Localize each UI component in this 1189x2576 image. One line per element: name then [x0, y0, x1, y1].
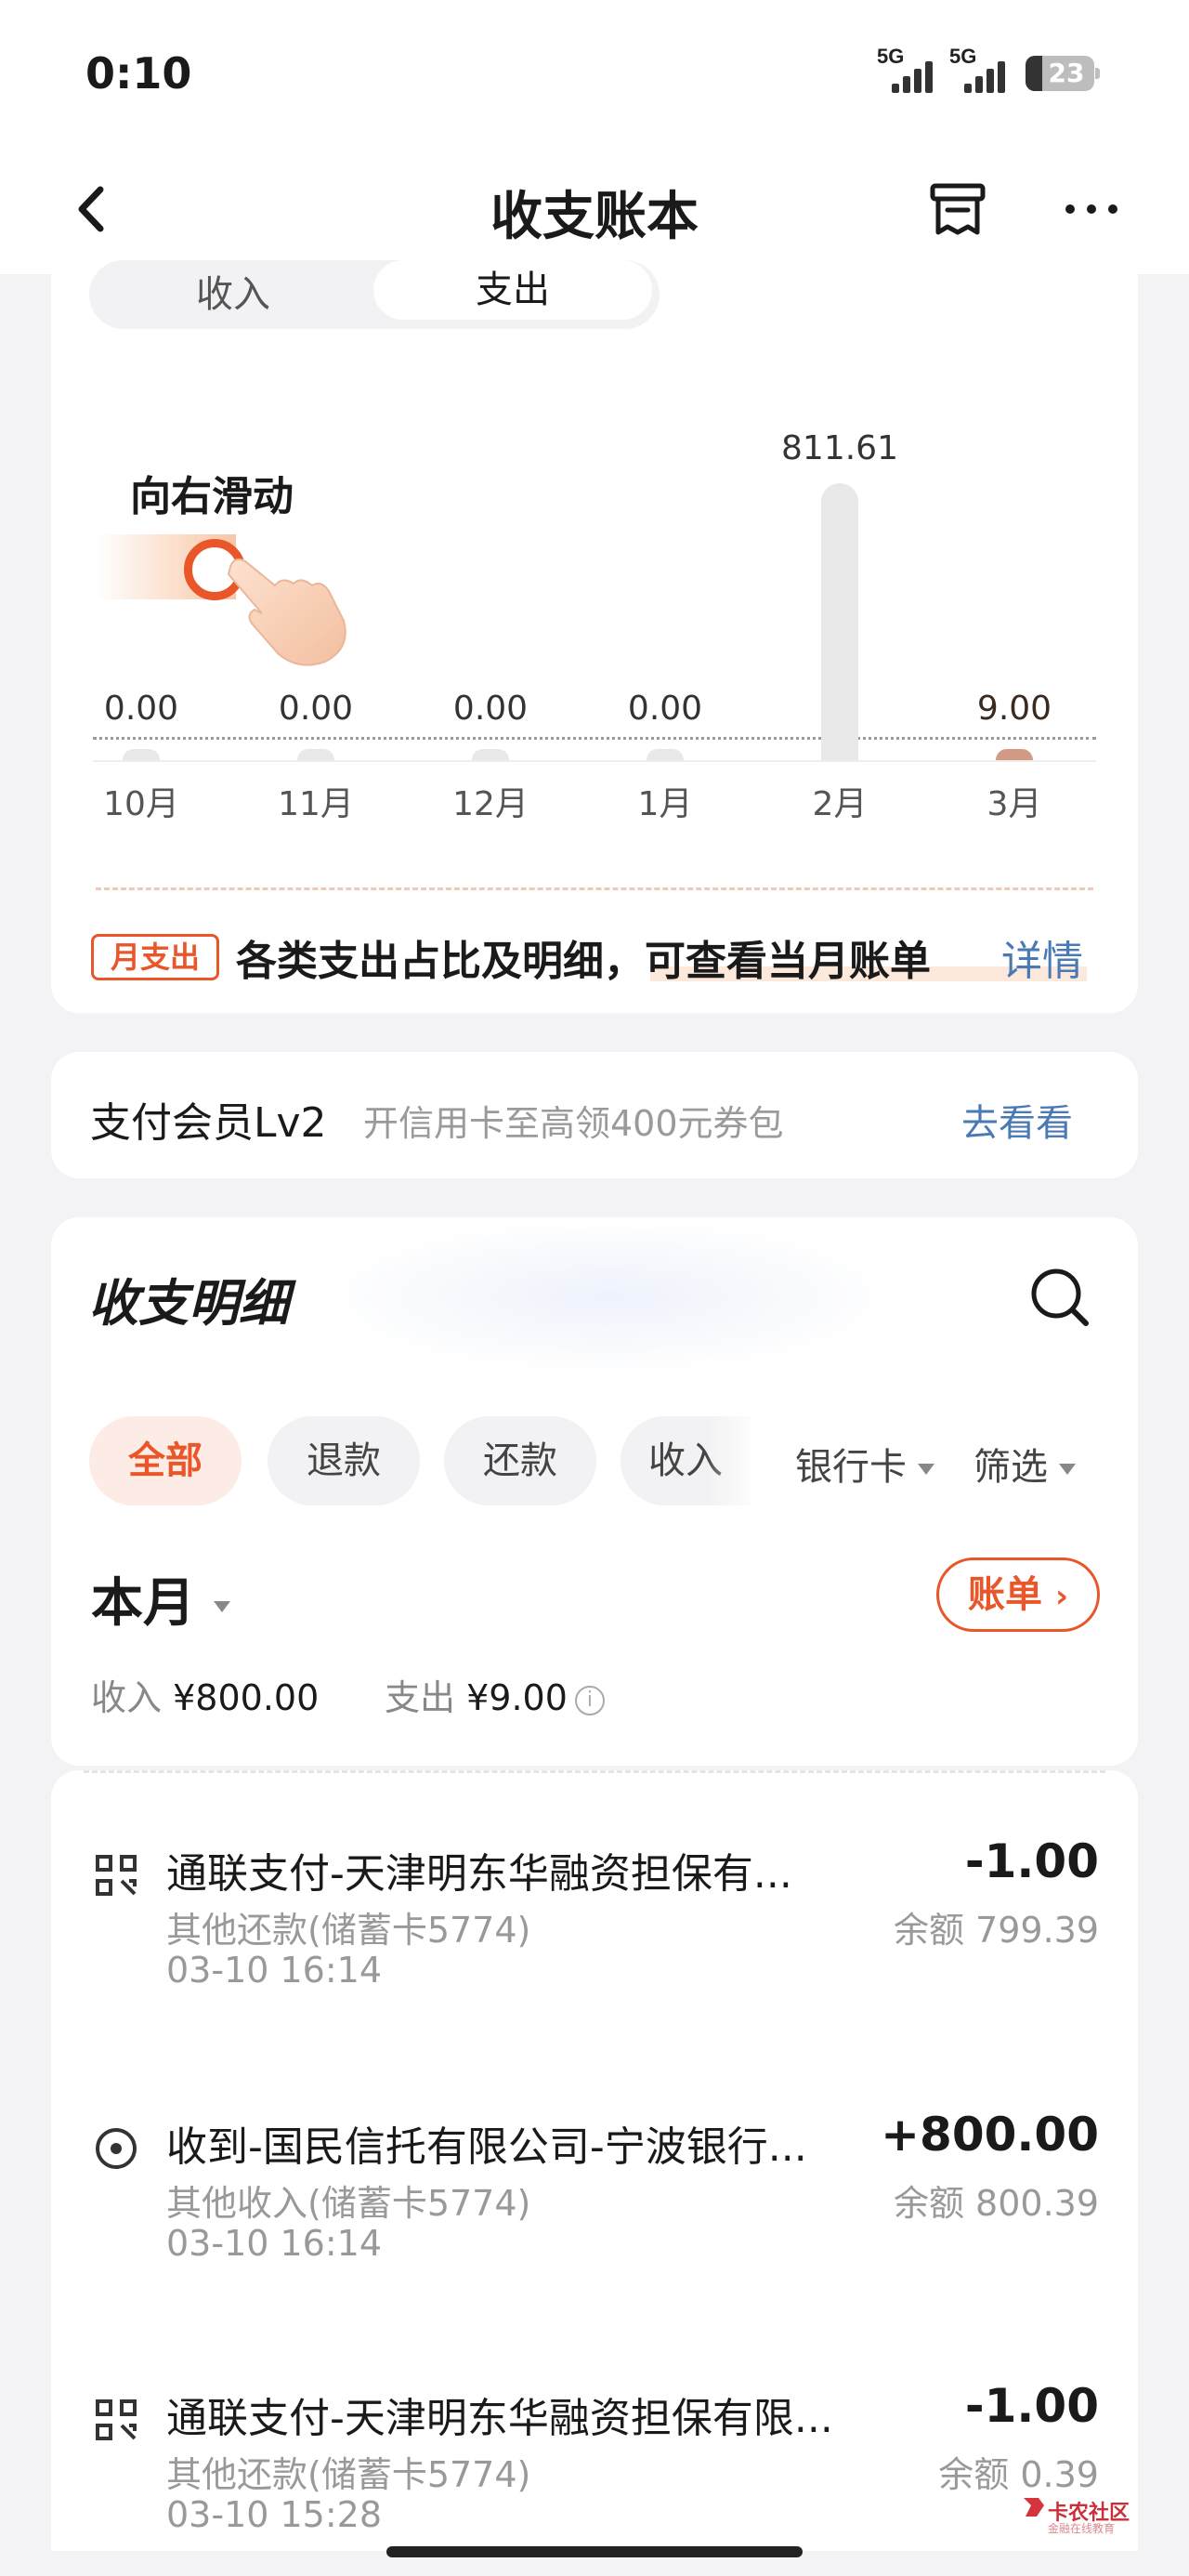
banner-text: 各类支出占比及明细，可查看当月账单: [236, 938, 931, 985]
chart-x-label: 3月: [986, 785, 1042, 823]
transaction-balance: 余额 800.39: [893, 2183, 1099, 2224]
transaction-time: 03-10 16:14: [166, 2223, 383, 2264]
transaction-time: 03-10 15:28: [166, 2494, 383, 2528]
watermark-subtext: 金融在线教育: [1048, 2522, 1116, 2535]
member-card[interactable]: 支付会员Lv2 开信用卡至高领400元券包 去看看: [51, 1052, 1138, 1178]
expense-summary: 支出 ¥9.00 i: [385, 1669, 605, 1720]
monthly-expense-tag: 月支出: [91, 934, 219, 980]
chart-bar[interactable]: [472, 749, 509, 760]
chart-bar[interactable]: [996, 749, 1033, 760]
chip-repayment[interactable]: 还款: [444, 1416, 596, 1505]
bank-card-dropdown[interactable]: 银行卡: [795, 1437, 934, 1491]
chip-refund[interactable]: 退款: [268, 1416, 420, 1505]
filter-dropdown[interactable]: 筛选: [973, 1437, 1076, 1491]
chart-bar[interactable]: [821, 483, 858, 760]
chevron-down-icon: [214, 1600, 230, 1612]
chevron-down-icon: [1059, 1464, 1076, 1475]
chart-value-label: 9.00: [976, 690, 1052, 728]
qr-pay-icon: [94, 2398, 138, 2442]
transaction-amount: +800.00: [881, 2108, 1099, 2162]
income-summary: 收入 ¥800.00: [91, 1677, 320, 1718]
transaction-row[interactable]: 通联支付-天津明东华融资担保有... -1.00 其他还款(储蓄卡5774) 余…: [51, 1834, 1138, 2063]
chart-value-label: 0.00: [103, 690, 179, 728]
chip-all[interactable]: 全部: [89, 1416, 242, 1505]
transaction-amount: -1.00: [964, 1834, 1099, 1888]
bill-button[interactable]: 账单 ›: [936, 1557, 1100, 1632]
chevron-right-icon: ›: [1054, 1578, 1068, 1615]
chart-x-label: 1月: [637, 785, 693, 823]
chart-baseline: [93, 737, 1096, 740]
detail-title: 收支明细: [88, 1274, 289, 1333]
chart-value-label: 811.61: [781, 429, 898, 467]
monthly-expense-chart: 0.00 10月 0.00 11月 0.00 12月 0.00 1月 811.61 2月 9.00 3…: [0, 0, 1189, 836]
member-promo: 开信用卡至高领400元券包: [363, 1103, 784, 1144]
transaction-category: 其他收入(储蓄卡5774): [166, 2183, 531, 2224]
chart-value-label: 0.00: [452, 690, 529, 728]
hand-pointer-icon: [221, 548, 360, 669]
transaction-category: 其他还款(储蓄卡5774): [166, 2454, 531, 2495]
chart-bar[interactable]: [123, 749, 160, 760]
transaction-amount: -1.00: [964, 2379, 1099, 2433]
info-icon[interactable]: i: [574, 1685, 605, 1715]
transaction-row[interactable]: 收到-国民信托有限公司-宁波银行... +800.00 其他收入(储蓄卡5774…: [51, 2108, 1138, 2336]
transaction-time: 03-10 16:14: [166, 1950, 383, 1991]
period-selector[interactable]: 本月: [91, 1561, 230, 1636]
chart-value-label: 0.00: [278, 690, 354, 728]
home-indicator[interactable]: [386, 2546, 803, 2557]
chart-x-label: 11月: [278, 785, 354, 823]
search-icon[interactable]: [1026, 1264, 1091, 1329]
chart-x-label: 10月: [103, 785, 179, 823]
details-link[interactable]: 详情: [1001, 927, 1083, 987]
transaction-balance: 余额 0.39: [938, 2454, 1099, 2495]
chart-x-label: 2月: [812, 785, 868, 823]
member-link[interactable]: 去看看: [961, 1093, 1073, 1147]
member-level: 支付会员Lv2: [90, 1099, 327, 1147]
chevron-down-icon: [918, 1464, 934, 1475]
transaction-category: 其他还款(储蓄卡5774): [166, 1910, 531, 1951]
chart-value-label: 0.00: [627, 690, 703, 728]
chart-bar[interactable]: [297, 749, 334, 760]
transaction-balance: 余额 799.39: [893, 1910, 1099, 1951]
transaction-name: 通联支付-天津明东华融资担保有...: [166, 1850, 792, 1898]
transaction-name: 通联支付-天津明东华融资担保有限...: [166, 2395, 833, 2442]
income-icon: [94, 2126, 138, 2171]
transaction-name: 收到-国民信托有限公司-宁波银行...: [166, 2123, 807, 2171]
banner-divider: [96, 887, 1093, 890]
chart-x-label: 12月: [452, 785, 529, 823]
chart-axis: [93, 760, 1096, 762]
qr-pay-icon: [94, 1853, 138, 1898]
chart-bar[interactable]: [647, 749, 684, 760]
swipe-hint-text: 向右滑动: [130, 473, 294, 520]
